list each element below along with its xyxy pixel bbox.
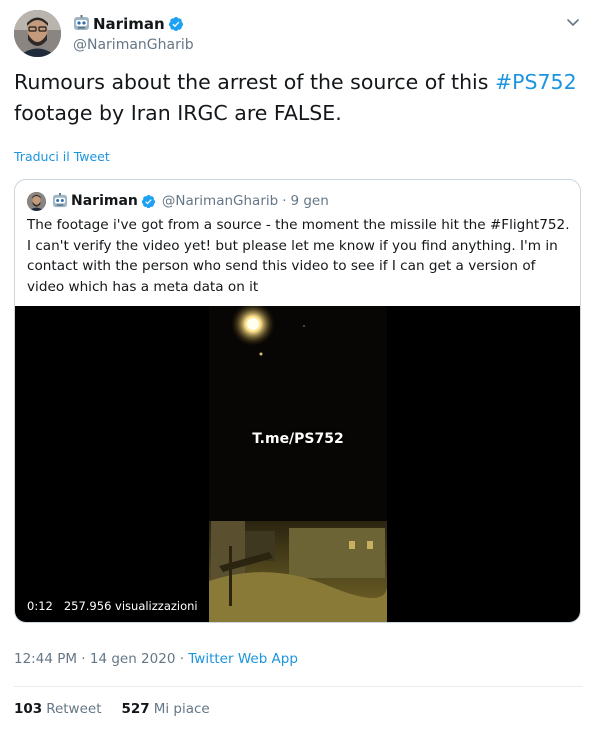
translate-tweet-link[interactable]: Traduci il Tweet bbox=[14, 149, 110, 164]
video-watermark: T.me/PS752 bbox=[252, 431, 344, 447]
retweets-stat[interactable]: 103 Retweet bbox=[14, 701, 102, 717]
quoted-tweet-header: Nariman @NarimanGharib · 9 gen bbox=[27, 191, 329, 211]
author-block[interactable]: Nariman @NarimanGharib bbox=[73, 13, 194, 54]
divider bbox=[14, 686, 583, 687]
tweet-text-after: footage by Iran IRGC are FALSE. bbox=[14, 101, 342, 125]
quoted-separator: · bbox=[282, 193, 287, 209]
tweet-stats: 103 Retweet 527 Mi piace bbox=[14, 701, 210, 717]
likes-stat[interactable]: 527 Mi piace bbox=[122, 701, 210, 717]
robot-face-icon bbox=[73, 15, 90, 32]
tweet-timestamp[interactable]: 12:44 PM · 14 gen 2020 bbox=[14, 651, 175, 667]
tweet-text: Rumours about the arrest of the source o… bbox=[14, 67, 579, 129]
quoted-display-name: Nariman bbox=[71, 193, 138, 209]
author-display-name[interactable]: Nariman bbox=[93, 15, 165, 33]
hashtag-link[interactable]: #PS752 bbox=[495, 70, 577, 94]
quoted-avatar bbox=[27, 191, 46, 211]
quoted-text-before: The footage i've got from a source - the… bbox=[27, 217, 490, 233]
quoted-tweet-text: The footage i've got from a source - the… bbox=[27, 215, 572, 297]
retweets-label: Retweet bbox=[46, 701, 102, 717]
quoted-handle: @NarimanGharib bbox=[161, 193, 279, 209]
retweets-count: 103 bbox=[14, 701, 43, 717]
verified-badge-icon bbox=[168, 16, 184, 32]
likes-label: Mi piace bbox=[153, 701, 210, 717]
verified-badge-icon bbox=[141, 194, 156, 209]
video-player[interactable]: T.me/PS752 0:12 257.956 visualizzazioni bbox=[15, 306, 580, 622]
video-views: 257.956 visualizzazioni bbox=[59, 597, 202, 615]
author-handle[interactable]: @NarimanGharib bbox=[73, 37, 194, 53]
tweet-meta: 12:44 PM · 14 gen 2020 · Twitter Web App bbox=[14, 651, 298, 667]
quoted-tweet[interactable]: Nariman @NarimanGharib · 9 gen The foota… bbox=[14, 179, 581, 623]
avatar[interactable] bbox=[14, 10, 61, 57]
tweet-text-before: Rumours about the arrest of the source o… bbox=[14, 70, 495, 94]
robot-face-icon bbox=[52, 193, 68, 209]
video-frame: T.me/PS752 bbox=[209, 306, 387, 622]
video-duration: 0:12 bbox=[23, 597, 57, 615]
meta-separator: · bbox=[175, 651, 189, 667]
chevron-down-icon[interactable] bbox=[565, 14, 581, 30]
quoted-date: 9 gen bbox=[290, 193, 329, 209]
video-badge: 0:12 257.956 visualizzazioni bbox=[23, 597, 202, 615]
quoted-hashtag: #Flight752 bbox=[489, 217, 566, 233]
tweet-card: Nariman @NarimanGharib Rumours about the… bbox=[0, 0, 597, 733]
source-app-link[interactable]: Twitter Web App bbox=[188, 651, 298, 667]
likes-count: 527 bbox=[121, 701, 150, 717]
